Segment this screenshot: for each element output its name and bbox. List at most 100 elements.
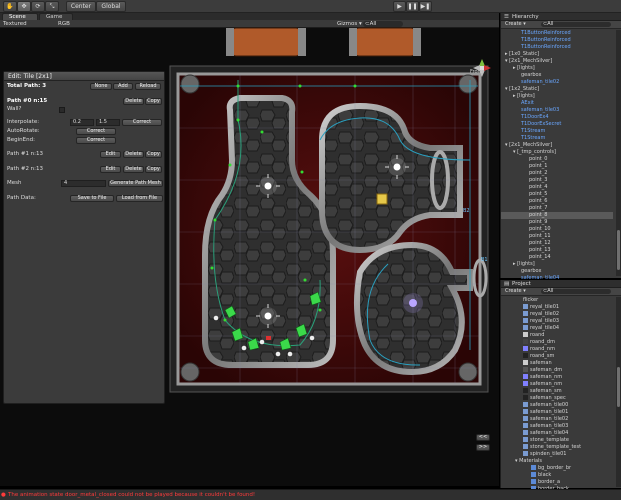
save-to-file-button[interactable]: Save to File bbox=[70, 195, 114, 202]
nav-next-button[interactable]: >> bbox=[476, 444, 490, 451]
path2-delete-button[interactable]: Delete bbox=[123, 166, 144, 173]
path1-delete-button[interactable]: Delete bbox=[123, 151, 144, 158]
hierarchy-item[interactable]: T1ButtonReinforced bbox=[501, 44, 571, 51]
project-item[interactable]: border_a bbox=[531, 479, 560, 486]
hierarchy-item[interactable]: point_13 bbox=[501, 247, 551, 254]
hand-tool-button[interactable]: ✋ bbox=[3, 1, 17, 12]
move-tool-button[interactable]: ✥ bbox=[17, 1, 31, 12]
project-create-button[interactable]: Create ▾ bbox=[505, 288, 526, 294]
hierarchy-item[interactable]: T1Stream bbox=[501, 135, 545, 142]
project-item[interactable]: roand_sm bbox=[523, 353, 554, 360]
hierarchy-item[interactable]: AExit bbox=[501, 100, 534, 107]
hierarchy-item[interactable]: T1ButtonReinforced bbox=[501, 30, 571, 37]
pivot-center-toggle[interactable]: Center bbox=[66, 1, 96, 12]
step-button[interactable]: ▶❚ bbox=[419, 1, 432, 12]
console-status-bar[interactable]: ● The animation state door_metal_closed … bbox=[0, 489, 621, 500]
project-item[interactable]: safeman bbox=[523, 360, 552, 367]
hierarchy-item[interactable]: point_2 bbox=[501, 170, 547, 177]
hierarchy-item[interactable]: point_7 bbox=[501, 205, 547, 212]
project-scrollbar[interactable] bbox=[616, 297, 621, 487]
hierarchy-item[interactable]: point_3 bbox=[501, 177, 547, 184]
hierarchy-item[interactable]: point_6 bbox=[501, 198, 547, 205]
project-item[interactable]: safeman_spec bbox=[523, 395, 566, 402]
reload-button[interactable]: Reload bbox=[135, 83, 161, 90]
project-search-input[interactable]: ⊂All bbox=[541, 289, 611, 294]
hierarchy-item[interactable]: ▸ [lights] bbox=[501, 65, 535, 72]
hierarchy-search-input[interactable]: ⊂All bbox=[541, 22, 611, 27]
project-item[interactable]: reyal_tile03 bbox=[523, 318, 559, 325]
project-tab[interactable]: ▤ Project bbox=[501, 280, 621, 288]
hierarchy-scrollbar[interactable] bbox=[616, 30, 621, 276]
pivot-global-toggle[interactable]: Global bbox=[96, 1, 126, 12]
hierarchy-item[interactable]: T1Stream bbox=[501, 128, 545, 135]
hierarchy-item[interactable]: ▾ [_tmp_controls] bbox=[501, 149, 556, 156]
path1-copy-button[interactable]: Copy bbox=[145, 151, 162, 158]
interpolate-correct-button[interactable]: Correct bbox=[122, 119, 162, 126]
hierarchy-tab[interactable]: ☰ Hierarchy bbox=[501, 13, 621, 21]
load-from-file-button[interactable]: Load from File bbox=[116, 195, 163, 202]
scale-tool-button[interactable]: ⤡ bbox=[45, 1, 59, 12]
project-item[interactable]: safeman_tile02 bbox=[523, 416, 568, 423]
hierarchy-create-button[interactable]: Create ▾ bbox=[505, 21, 526, 27]
hierarchy-item[interactable]: safeman_tile03 bbox=[501, 107, 559, 114]
project-item[interactable]: roand_dm bbox=[523, 339, 555, 346]
nav-prev-button[interactable]: << bbox=[476, 434, 490, 441]
pause-button[interactable]: ❚❚ bbox=[406, 1, 419, 12]
project-item[interactable]: spinden_tile01 bbox=[523, 451, 566, 458]
project-item[interactable]: safeman_nm bbox=[523, 374, 562, 381]
path0-delete-button[interactable]: Delete bbox=[123, 98, 144, 105]
project-item[interactable]: ▾ Materials bbox=[515, 458, 542, 465]
project-item[interactable]: safeman_dm bbox=[523, 367, 562, 374]
hierarchy-item[interactable]: ▸ [lights] bbox=[501, 261, 535, 268]
hierarchy-item[interactable]: T1DoorExSecret bbox=[501, 121, 561, 128]
hierarchy-item[interactable]: point_1 bbox=[501, 163, 547, 170]
project-item[interactable]: safeman_tile04 bbox=[523, 430, 568, 437]
hierarchy-item[interactable]: point_5 bbox=[501, 191, 547, 198]
project-item[interactable]: safeman_sm bbox=[523, 388, 562, 395]
project-item[interactable]: roand bbox=[523, 332, 544, 339]
project-item[interactable]: safeman_tile03 bbox=[523, 423, 568, 430]
hierarchy-item[interactable]: point_4 bbox=[501, 184, 547, 191]
project-item[interactable]: stone_template_test bbox=[523, 444, 581, 451]
hierarchy-item[interactable]: point_11 bbox=[501, 233, 551, 240]
hierarchy-item[interactable]: point_8 bbox=[501, 212, 613, 219]
none-button[interactable]: None bbox=[90, 83, 112, 90]
mesh-field[interactable]: 4 bbox=[61, 180, 106, 187]
hierarchy-item[interactable]: ▾ [2x1_MechSilver] bbox=[501, 58, 552, 65]
hierarchy-item[interactable]: point_9 bbox=[501, 219, 547, 226]
project-item[interactable]: safeman_nm bbox=[523, 381, 562, 388]
hierarchy-item[interactable]: gearbox bbox=[501, 268, 541, 275]
interpolate-field-b[interactable]: 1.5 bbox=[96, 119, 120, 126]
hierarchy-item[interactable]: T1ButtonReinforced bbox=[501, 37, 571, 44]
project-item[interactable]: flicker bbox=[523, 297, 538, 304]
path1-edit-button[interactable]: Edit bbox=[100, 151, 121, 158]
project-item[interactable]: bg_border_br bbox=[531, 465, 571, 472]
generate-mesh-button[interactable]: Generate Path Mesh bbox=[108, 180, 163, 187]
hierarchy-item[interactable]: ▾ [1x2_Static] bbox=[501, 86, 539, 93]
hierarchy-item[interactable]: ▸ [1x0_Static] bbox=[501, 51, 539, 58]
hierarchy-item[interactable]: ▸ [lights] bbox=[501, 93, 535, 100]
hierarchy-item[interactable]: point_10 bbox=[501, 226, 551, 233]
autorotate-correct-button[interactable]: Correct bbox=[76, 128, 116, 135]
project-item[interactable]: safeman_tile00 bbox=[523, 402, 568, 409]
project-item[interactable]: roand_nm bbox=[523, 346, 555, 353]
hierarchy-item[interactable]: point_0 bbox=[501, 156, 547, 163]
hierarchy-item[interactable]: point_12 bbox=[501, 240, 551, 247]
project-item[interactable]: stone_template bbox=[523, 437, 569, 444]
add-button[interactable]: Add bbox=[113, 83, 133, 90]
hierarchy-item[interactable]: point_14 bbox=[501, 254, 551, 261]
rotate-tool-button[interactable]: ⟳ bbox=[31, 1, 45, 12]
project-item[interactable]: black bbox=[531, 472, 551, 479]
project-item[interactable]: reyal_tile02 bbox=[523, 311, 559, 318]
wall-checkbox[interactable] bbox=[59, 107, 65, 113]
hierarchy-item[interactable]: ▾ [2x1_MechSilver] bbox=[501, 142, 552, 149]
project-item[interactable]: safeman_tile01 bbox=[523, 409, 568, 416]
hierarchy-item[interactable]: safeman_tile02 bbox=[501, 79, 559, 86]
hierarchy-item[interactable]: T1DoorEx4 bbox=[501, 114, 549, 121]
interpolate-field-a[interactable]: 0.2 bbox=[70, 119, 94, 126]
project-item[interactable]: reyal_tile04 bbox=[523, 325, 559, 332]
beginend-correct-button[interactable]: Correct bbox=[76, 137, 116, 144]
path2-copy-button[interactable]: Copy bbox=[145, 166, 162, 173]
path0-copy-button[interactable]: Copy bbox=[145, 98, 162, 105]
play-button[interactable]: ▶ bbox=[393, 1, 406, 12]
